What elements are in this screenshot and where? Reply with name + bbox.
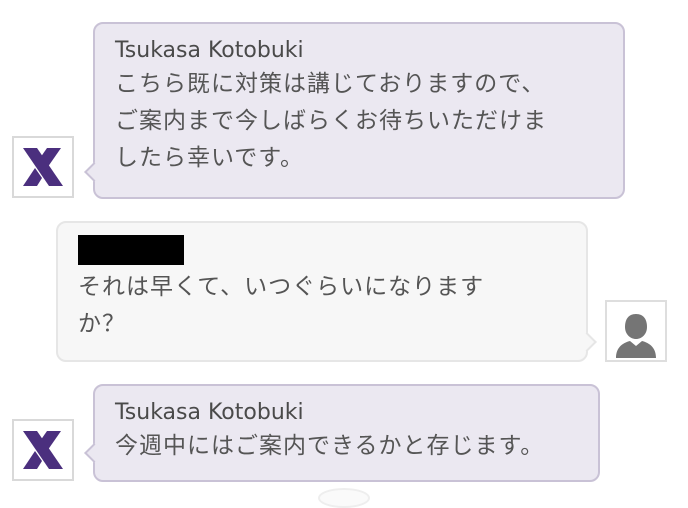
message-line: それは早くて、いつぐらいになります xyxy=(78,274,485,300)
message-line: ご案内まで今しばらくお待ちいただけま xyxy=(115,108,547,134)
user-message-bubble: それは早くて、いつぐらいになります か？ xyxy=(56,221,597,362)
message-line: したら幸いです。 xyxy=(115,145,305,171)
bubble-tail xyxy=(84,443,104,463)
message-line: か？ xyxy=(78,311,126,337)
staff-avatar[interactable] xyxy=(12,136,74,198)
message-line: こちら既に対策は講じておりますので、 xyxy=(115,71,546,97)
sender-name: Tsukasa Kotobuki xyxy=(115,400,304,425)
staff-avatar[interactable] xyxy=(12,419,74,481)
brand-x-logo-icon xyxy=(23,431,63,469)
scroll-indicator xyxy=(318,488,370,508)
sender-name: Tsukasa Kotobuki xyxy=(115,38,304,63)
message-line: 今週中にはご案内できるかと存じます。 xyxy=(115,433,545,459)
bubble-tail xyxy=(577,332,597,352)
person-silhouette-icon xyxy=(607,302,665,360)
user-avatar[interactable] xyxy=(605,300,667,362)
staff-message-bubble: Tsukasa Kotobuki 今週中にはご案内できるかと存じます。 xyxy=(84,384,600,482)
redacted-sender-name xyxy=(78,235,184,265)
staff-message-bubble: Tsukasa Kotobuki こちら既に対策は講じておりますので、 ご案内ま… xyxy=(84,22,625,199)
bubble-tail xyxy=(84,162,104,182)
brand-x-logo-icon xyxy=(23,148,63,186)
